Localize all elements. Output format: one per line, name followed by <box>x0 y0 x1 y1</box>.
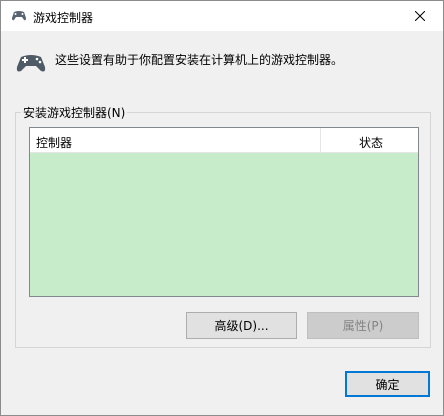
game-controllers-dialog: 游戏控制器 这些设置有助于你配置安装在计算机上的游戏控制器。 安装游戏控制器(N… <box>0 0 444 416</box>
close-button[interactable] <box>397 1 443 31</box>
properties-button: 属性(P) <box>307 312 419 339</box>
gamepad-icon <box>16 55 46 72</box>
window-title: 游戏控制器 <box>33 11 94 25</box>
column-header-controller[interactable]: 控制器 <box>36 134 72 151</box>
close-icon <box>415 11 425 21</box>
column-header-status[interactable]: 状态 <box>359 134 383 151</box>
column-divider[interactable] <box>320 128 321 153</box>
description-text: 这些设置有助于你配置安装在计算机上的游戏控制器。 <box>55 53 344 67</box>
advanced-button[interactable]: 高级(D)... <box>186 312 297 339</box>
gamepad-icon <box>12 11 26 21</box>
ok-button[interactable]: 确定 <box>345 371 430 397</box>
list-header: 控制器 状态 <box>30 128 418 153</box>
controllers-list[interactable]: 控制器 状态 <box>29 127 419 297</box>
installed-controllers-label: 安装游戏控制器(N) <box>21 104 128 121</box>
title-bar: 游戏控制器 <box>1 1 443 31</box>
